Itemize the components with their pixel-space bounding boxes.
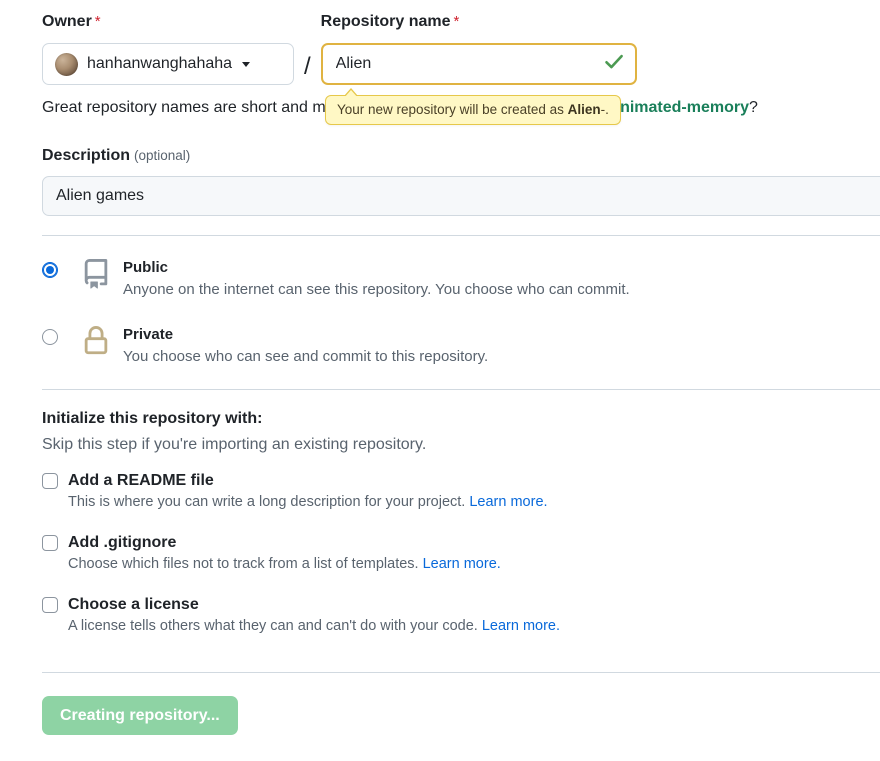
readme-description-text: This is where you can write a long descr…: [68, 494, 466, 510]
visibility-option-private[interactable]: Private You choose who can see and commi…: [42, 325, 742, 368]
initialize-item-gitignore: Add .gitignore Choose which files not to…: [42, 534, 742, 572]
hint-trail-text: ?: [749, 99, 758, 116]
owner-selected-name: hanhanwanghahaha: [87, 55, 233, 72]
initialize-options-list: Add a README file This is where you can …: [42, 472, 742, 658]
license-learn-more-link[interactable]: Learn more.: [482, 618, 560, 634]
checkbox-gitignore[interactable]: [42, 535, 58, 551]
create-repository-button[interactable]: Creating repository...: [42, 696, 238, 735]
initialize-item-license: Choose a license A license tells others …: [42, 596, 742, 634]
repo-name-label-wrap: Repository name *: [321, 12, 637, 36]
repository-name-field-group: Repository name *: [320, 12, 637, 85]
path-separator: /: [304, 53, 311, 80]
repository-name-input-wrap: [320, 43, 637, 85]
divider-above-initialize: [42, 389, 880, 390]
visibility-private-text: Private You choose who can see and commi…: [123, 325, 488, 368]
repository-name-tooltip: Your new repository will be created as A…: [325, 88, 621, 125]
description-input[interactable]: [42, 176, 880, 216]
readme-learn-more-link[interactable]: Learn more.: [469, 494, 547, 510]
owner-select-dropdown[interactable]: hanhanwanghahaha: [42, 43, 294, 85]
description-optional-note: (optional): [134, 148, 191, 163]
license-title: Choose a license: [68, 596, 199, 613]
visibility-options-group: Public Anyone on the internet can see th…: [42, 258, 742, 392]
gitignore-title: Add .gitignore: [68, 534, 177, 551]
visibility-private-description: You choose who can see and commit to thi…: [123, 348, 489, 366]
license-description: A license tells others what they can and…: [68, 618, 742, 634]
license-checkbox-row[interactable]: Choose a license: [42, 596, 742, 614]
gitignore-checkbox-row[interactable]: Add .gitignore: [42, 534, 742, 552]
radio-public[interactable]: [42, 262, 58, 278]
tooltip-prefix-text: Your new repository will be created as: [337, 102, 568, 117]
divider-above-submit: [42, 672, 880, 673]
readme-description: This is where you can write a long descr…: [68, 494, 742, 510]
tooltip-repo-name: Alien: [567, 102, 601, 117]
owner-and-name-row: Owner * hanhanwanghahaha / Repository nam…: [42, 12, 637, 85]
visibility-public-text: Public Anyone on the internet can see th…: [123, 258, 630, 301]
visibility-public-title: Public: [123, 259, 169, 276]
license-description-text: A license tells others what they can and…: [68, 618, 478, 634]
repository-name-input[interactable]: [320, 43, 637, 85]
user-avatar: [55, 52, 78, 76]
description-label-wrap: Description (optional): [42, 146, 190, 165]
gitignore-description: Choose which files not to track from a l…: [68, 556, 742, 572]
owner-required-marker: *: [94, 13, 101, 30]
owner-label: Owner: [42, 13, 92, 30]
repo-name-required-marker: *: [453, 13, 460, 30]
initialize-item-readme: Add a README file This is where you can …: [42, 472, 742, 510]
initialize-subheading: Skip this step if you're importing an ex…: [42, 436, 427, 453]
visibility-private-title: Private: [123, 326, 174, 343]
tooltip-suffix-text: -.: [600, 102, 609, 117]
readme-title: Add a README file: [68, 472, 214, 489]
owner-label-wrap: Owner *: [42, 12, 294, 36]
owner-field-group: Owner * hanhanwanghahaha: [42, 12, 294, 85]
gitignore-learn-more-link[interactable]: Learn more.: [423, 556, 501, 572]
suggested-repo-name: animated-memory: [611, 99, 750, 116]
repo-icon: [79, 259, 113, 289]
checkbox-license[interactable]: [42, 597, 58, 613]
create-repository-form: Owner * hanhanwanghahaha / Repository nam…: [0, 0, 880, 761]
chevron-down-icon: [242, 61, 251, 67]
visibility-option-public[interactable]: Public Anyone on the internet can see th…: [42, 258, 742, 301]
description-label: Description: [42, 147, 131, 164]
gitignore-description-text: Choose which files not to track from a l…: [68, 556, 419, 572]
lock-icon: [79, 326, 113, 356]
visibility-public-description: Anyone on the internet can see this repo…: [123, 281, 630, 299]
divider-above-visibility: [42, 235, 880, 236]
repository-name-label: Repository name: [320, 13, 451, 30]
radio-private[interactable]: [42, 329, 58, 345]
checkbox-readme[interactable]: [42, 473, 58, 489]
readme-checkbox-row[interactable]: Add a README file: [42, 472, 742, 490]
initialize-heading: Initialize this repository with:: [42, 410, 263, 427]
